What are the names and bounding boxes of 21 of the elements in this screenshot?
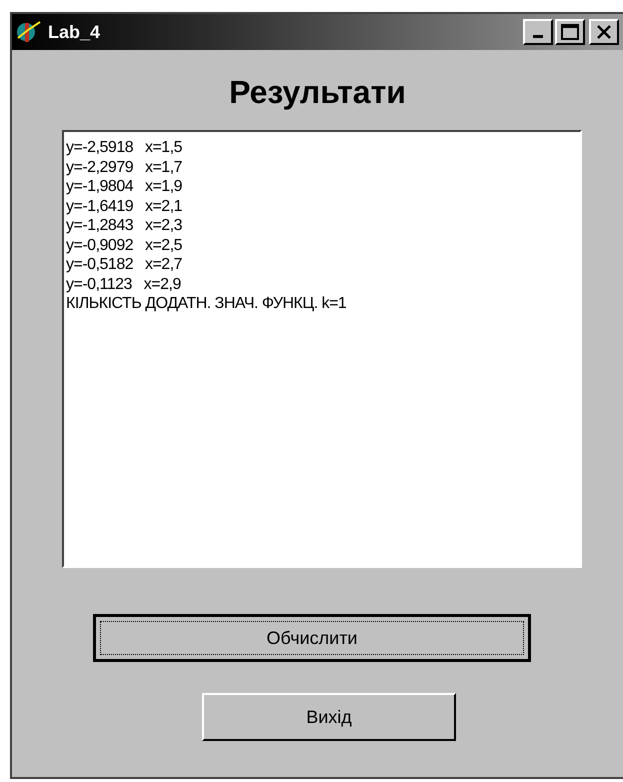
window-title: Lab_4 [48, 20, 100, 44]
action-button[interactable]: Вихід [202, 693, 456, 741]
results-heading: Результати [229, 76, 406, 108]
memo-line: y=-1,6419 x=2,1 [66, 196, 182, 216]
memo-line: y=-2,5918 x=1,5 [66, 138, 182, 158]
close-icon [596, 25, 612, 39]
memo-line: y=-0,9092 x=2,5 [66, 236, 182, 255]
minimize-icon [533, 35, 543, 38]
results-memo[interactable]: y=-2,5918 x=1,5 y=-2,2979 x=1,7 y=-1,9804 x=1,9 y=-1,6419 x=2,1 y=-1,2843 x=2,3 y=-0,9092 x=2,5 y=-0,5182 x=2,7 y=-0,1123 x=2,9 КІЛЬКІСТЬ ДОДАТН. ЗНАЧ. ФУНКЦ. k=1 [62, 130, 582, 568]
app-icon [16, 20, 42, 44]
memo-line: y=-0,5182 x=2,7 [66, 255, 182, 274]
maximize-icon [561, 24, 579, 40]
action-button[interactable]: Обчислити [93, 614, 531, 662]
memo-line: y=-1,9804 x=1,9 [66, 177, 182, 196]
memo-line: y=-1,2843 x=2,3 [66, 216, 182, 236]
memo-line: y=-0,1123 x=2,9 [66, 274, 181, 294]
close-button[interactable] [589, 19, 619, 45]
minimize-button[interactable] [523, 19, 553, 45]
maximize-button[interactable] [555, 19, 585, 45]
memo-line: y=-2,2979 x=1,7 [66, 158, 182, 177]
memo-line: КІЛЬКІСТЬ ДОДАТН. ЗНАЧ. ФУНКЦ. k=1 [66, 294, 346, 314]
